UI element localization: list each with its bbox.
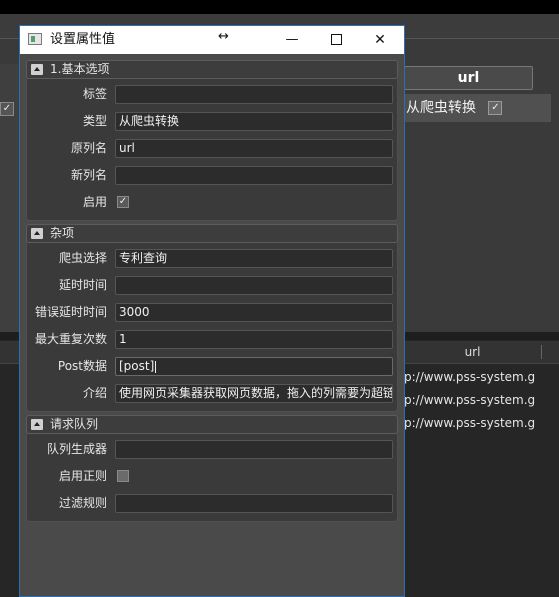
collapse-icon[interactable] [31,419,43,430]
section-basic-header[interactable]: 1.基本选项 [26,60,398,79]
delay-field[interactable] [115,276,393,295]
section-basic-body: 标签 类型 从爬虫转换 原列名 url 新列名 启用 ✓ [26,79,398,221]
section-basic-title: 1.基本选项 [50,62,110,76]
error-delay-label: 错误延时时间 [34,305,107,319]
new-column-field[interactable] [115,166,393,185]
background-transform-checkbox[interactable]: ✓ [488,101,503,115]
property-grid: 1.基本选项 标签 类型 从爬虫转换 原列名 url 新列名 启用 ✓ 杂项 爬… [26,60,398,525]
row-crawler: 爬虫选择 专利查询 [27,245,397,272]
introduction-field[interactable]: 使用网页采集器获取网页数据，拖入的列需要为超链接 [115,384,393,403]
row-error-delay: 错误延时时间 3000 [27,299,397,326]
background-url-column-header[interactable]: url [404,66,533,90]
background-transform-cell[interactable]: 从爬虫转换 ✓ [404,94,551,122]
resize-horizontal-icon: ↔ [218,29,229,44]
collapse-icon[interactable] [31,64,43,75]
section-basic-options: 1.基本选项 标签 类型 从爬虫转换 原列名 url 新列名 启用 ✓ [26,60,398,221]
section-misc-title: 杂项 [50,226,75,240]
table-row[interactable]: p://www.pss-system.g [404,366,559,388]
row-original-column: 原列名 url [27,135,397,162]
row-queue-generator: 队列生成器 [27,436,397,463]
text-caret [155,360,157,373]
enable-regex-checkbox[interactable] [117,470,129,482]
background-left-checkbox[interactable]: ✓ [0,102,14,116]
row-delay: 延时时间 [27,272,397,299]
row-enable: 启用 ✓ [27,189,397,216]
tag-label: 标签 [82,87,107,101]
section-misc: 杂项 爬虫选择 专利查询 延时时间 错误延时时间 3000 最大重复次数 1 P… [26,224,398,412]
background-top-bar [0,0,559,14]
type-field[interactable]: 从爬虫转换 [115,112,393,131]
enable-checkbox[interactable]: ✓ [117,196,129,208]
crawler-label: 爬虫选择 [58,251,107,265]
filter-rule-field[interactable] [115,494,393,513]
row-tag: 标签 [27,81,397,108]
section-request-queue: 请求队列 队列生成器 启用正则 过滤规则 [26,415,398,522]
type-label: 类型 [82,114,107,128]
delay-label: 延时时间 [58,278,107,292]
row-new-column: 新列名 [27,162,397,189]
enable-regex-label: 启用正则 [58,469,107,483]
minimize-button[interactable]: — [270,26,314,54]
background-table-header-url[interactable]: url [404,341,541,363]
max-retry-field[interactable]: 1 [115,330,393,349]
app-window-icon [28,33,42,45]
original-column-label: 原列名 [70,141,107,155]
row-type: 类型 从爬虫转换 [27,108,397,135]
dialog-titlebar[interactable]: 设置属性值 ↔ — ✕ [20,26,404,54]
post-data-label: Post数据 [57,359,107,373]
row-filter-rule: 过滤规则 [27,490,397,517]
enable-label: 启用 [82,195,107,209]
set-property-dialog: 设置属性值 ↔ — ✕ 1.基本选项 标签 类型 从爬虫转换 原列名 url 新… [19,25,405,597]
section-misc-body: 爬虫选择 专利查询 延时时间 错误延时时间 3000 最大重复次数 1 Post… [26,243,398,412]
row-max-retry: 最大重复次数 1 [27,326,397,353]
queue-generator-field[interactable] [115,440,393,459]
crawler-field[interactable]: 专利查询 [115,249,393,268]
maximize-button[interactable] [314,26,358,54]
max-retry-label: 最大重复次数 [34,332,107,346]
new-column-label: 新列名 [70,168,107,182]
background-header-separator[interactable] [541,345,542,359]
filter-rule-label: 过滤规则 [58,496,107,510]
table-row[interactable]: p://www.pss-system.g [404,412,559,434]
introduction-label: 介绍 [82,386,107,400]
table-row[interactable]: p://www.pss-system.g [404,389,559,411]
background-transform-cell-label: 从爬虫转换 [406,100,476,116]
tag-field[interactable] [115,85,393,104]
dialog-title: 设置属性值 [50,32,116,47]
row-enable-regex: 启用正则 [27,463,397,490]
original-column-field[interactable]: url [115,139,393,158]
post-data-value: [post] [119,359,155,373]
queue-generator-label: 队列生成器 [46,442,107,456]
close-button[interactable]: ✕ [358,26,402,54]
row-post-data: Post数据 [post] [27,353,397,380]
error-delay-field[interactable]: 3000 [115,303,393,322]
collapse-icon[interactable] [31,228,43,239]
post-data-field[interactable]: [post] [115,357,393,376]
section-queue-body: 队列生成器 启用正则 过滤规则 [26,434,398,522]
section-queue-title: 请求队列 [50,417,99,431]
section-queue-header[interactable]: 请求队列 [26,415,398,434]
maximize-icon [330,34,342,45]
row-introduction: 介绍 使用网页采集器获取网页数据，拖入的列需要为超链接 [27,380,397,407]
section-misc-header[interactable]: 杂项 [26,224,398,243]
